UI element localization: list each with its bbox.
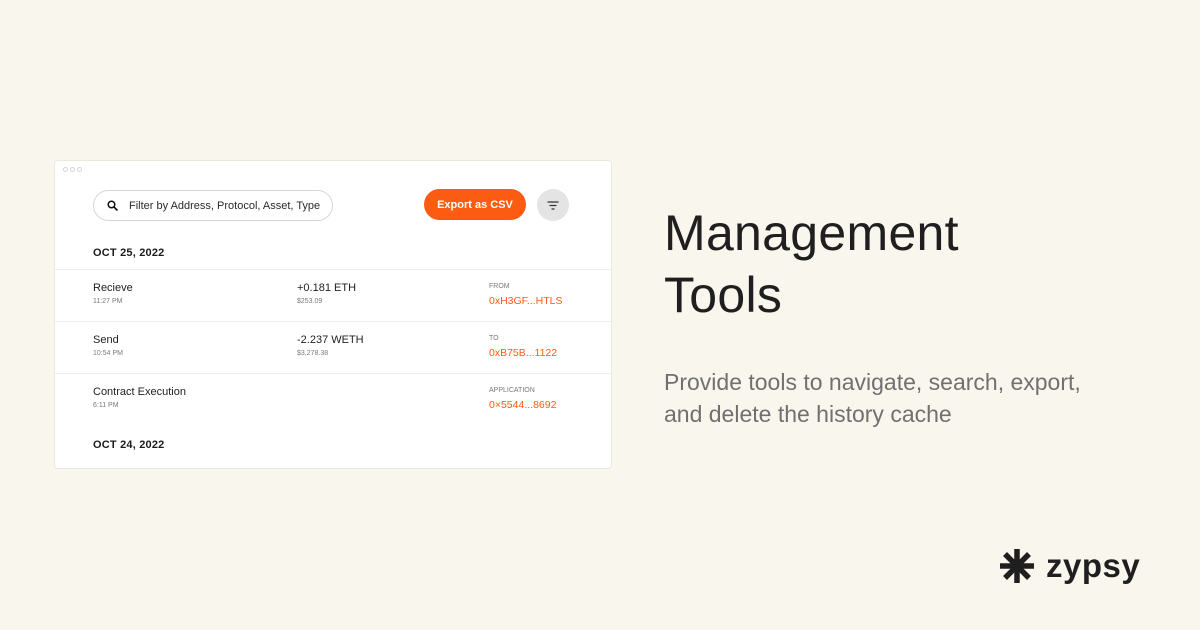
transaction-time: 6:11 PM xyxy=(93,402,119,409)
transaction-amount: +0.181 ETH xyxy=(297,282,357,294)
transaction-row[interactable]: Recieve 11:27 PM +0.181 ETH $253.09 FROM… xyxy=(55,269,611,321)
brand-name: zypsy xyxy=(1046,547,1141,584)
transaction-direction-label: FROM xyxy=(489,283,510,290)
export-csv-button[interactable]: Export as CSV xyxy=(424,189,526,220)
transaction-type: Recieve xyxy=(93,282,133,294)
transaction-history-window: Export as CSV OCT 25, 2022 Recieve 11:27… xyxy=(54,160,612,469)
search-icon xyxy=(107,200,118,211)
transaction-usd-value: $253.09 xyxy=(297,298,323,305)
page-subtitle: Provide tools to navigate, search, expor… xyxy=(664,366,1164,430)
window-controls xyxy=(63,167,82,172)
date-heading: OCT 25, 2022 xyxy=(93,247,165,259)
page-subtitle-line-1: Provide tools to navigate, search, expor… xyxy=(664,369,1081,395)
page-title: Management Tools xyxy=(664,202,959,326)
transaction-usd-value: $3,278.38 xyxy=(297,350,329,357)
transaction-address-link[interactable]: 0xH3GF...HTLS xyxy=(489,295,563,307)
transaction-row[interactable]: Contract Execution 6:11 PM APPLICATION 0… xyxy=(55,373,611,425)
transaction-address-link[interactable]: 0xB75B...1122 xyxy=(489,347,557,359)
asterisk-logo-icon xyxy=(1000,549,1034,583)
transaction-direction-label: TO xyxy=(489,335,499,342)
filter-icon xyxy=(547,200,559,210)
page-subtitle-line-2: and delete the history cache xyxy=(664,401,952,427)
search-box[interactable] xyxy=(93,190,333,221)
page-title-line-2: Tools xyxy=(664,267,783,323)
transaction-type: Send xyxy=(93,334,119,346)
transaction-time: 10:54 PM xyxy=(93,350,123,357)
transaction-row[interactable]: Send 10:54 PM -2.237 WETH $3,278.38 TO 0… xyxy=(55,321,611,373)
window-dot-minimize[interactable] xyxy=(70,167,75,172)
page-title-line-1: Management xyxy=(664,205,959,261)
transaction-amount: -2.237 WETH xyxy=(297,334,364,346)
transaction-direction-label: APPLICATION xyxy=(489,387,535,394)
transaction-time: 11:27 PM xyxy=(93,298,123,305)
brand-logo: zypsy xyxy=(999,546,1140,586)
search-input[interactable] xyxy=(127,198,331,213)
window-dot-maximize[interactable] xyxy=(77,167,82,172)
transaction-address-link[interactable]: 0×5544...8692 xyxy=(489,399,556,411)
window-dot-close[interactable] xyxy=(63,167,68,172)
date-heading: OCT 24, 2022 xyxy=(93,439,165,451)
filter-button[interactable] xyxy=(537,189,569,221)
transaction-type: Contract Execution xyxy=(93,386,186,398)
